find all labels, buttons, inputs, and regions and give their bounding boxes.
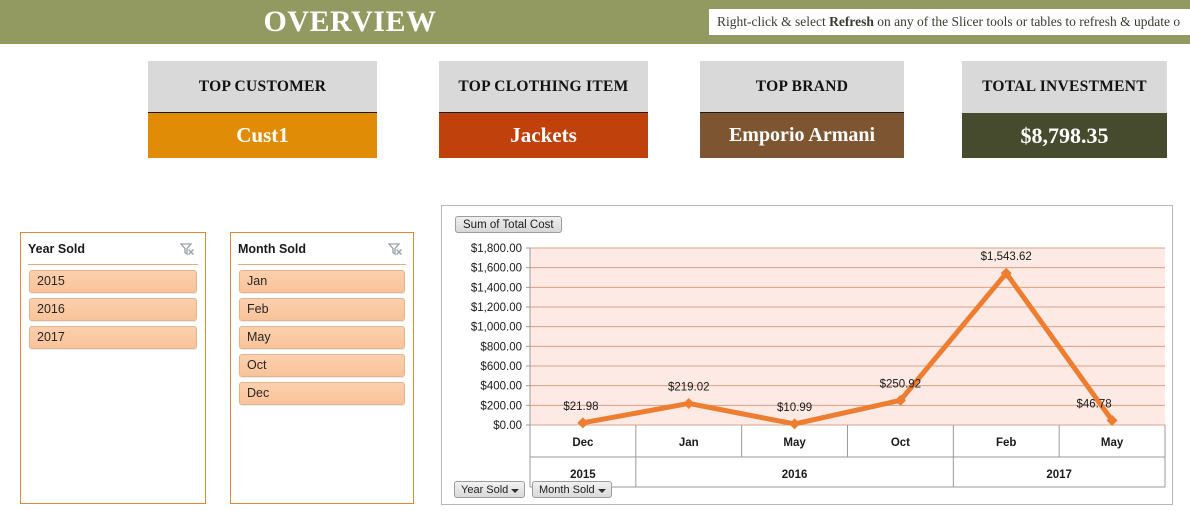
kpi-value-box-top-clothing-item: Jackets [439,113,648,158]
kpi-label-total-investment: TOTAL INVESTMENT [982,78,1147,95]
axis-field-button-year-sold[interactable]: Year Sold [454,481,526,498]
chevron-down-icon [597,489,606,493]
x-axis-month-label: Dec [572,437,594,449]
x-axis-month-label: Feb [996,437,1016,449]
chart-plot-area: $0.00 $200.00 $400.00 $600.00 $800.00 $1,000.… [471,243,1166,488]
x-axis-year-label: 2015 [570,469,596,481]
kpi-value-top-customer: Cust1 [236,123,289,147]
kpi-header-total-investment: TOTAL INVESTMENT [962,61,1167,113]
kpi-card-top-brand: TOP BRAND Emporio Armani [700,61,904,158]
kpi-card-total-investment: TOTAL INVESTMENT $8,798.35 [962,61,1167,158]
kpi-label-top-clothing-item: TOP CLOTHING ITEM [458,77,629,95]
x-axis-month-label: Oct [891,437,910,449]
y-axis-tick-label: $1,600.00 [471,263,522,275]
kpi-header-top-brand: TOP BRAND [700,61,904,113]
data-point-label: $10.99 [777,402,812,414]
slicer-item-oct[interactable]: Oct [239,354,405,377]
kpi-value-total-investment: $8,798.35 [1020,122,1109,148]
slicer-item-2015[interactable]: 2015 [29,270,197,293]
data-point-label: $219.02 [668,381,710,393]
slicer-item-feb[interactable]: Feb [239,298,405,321]
pivot-chart-total-cost[interactable]: Sum of Total Cost $0.00 $200.00 $400.00 $60… [441,205,1173,505]
data-point-label: $46.78 [1076,398,1111,410]
y-axis-tick-label: $600.00 [480,361,522,373]
slicer-item-jan[interactable]: Jan [239,270,405,293]
axis-field-label-month-sold: Month Sold [539,484,595,496]
y-axis-tick-label: $800.00 [480,341,522,353]
clear-filter-icon[interactable] [178,240,196,258]
kpi-card-top-clothing-item: TOP CLOTHING ITEM Jackets [439,61,648,158]
data-point-label: $250.92 [880,378,922,390]
slicer-items-year-sold: 2015 2016 2017 [21,265,205,349]
kpi-value-box-top-brand: Emporio Armani [700,113,904,158]
slicer-year-sold[interactable]: Year Sold 2015 2016 2017 [20,232,206,504]
note-suffix: on any of the Slicer tools or tables to … [873,14,1181,29]
kpi-value-top-clothing-item: Jackets [510,123,577,147]
slicer-item-2017[interactable]: 2017 [29,326,197,349]
y-axis-tick-label: $1,400.00 [471,282,522,294]
x-axis-month-label: Jan [679,437,699,449]
x-axis-month-label: May [1101,437,1124,449]
kpi-value-top-brand: Emporio Armani [728,124,876,146]
slicer-header-year-sold: Year Sold [28,238,198,265]
y-axis-tick-label: $1,000.00 [471,322,522,334]
y-axis-tick-label: $0.00 [493,420,522,432]
slicer-title-year-sold: Year Sold [28,242,85,256]
x-axis-year-label: 2017 [1046,469,1072,481]
y-axis-tick-label: $400.00 [480,381,522,393]
clear-filter-icon[interactable] [386,240,404,258]
slicer-item-dec[interactable]: Dec [239,382,405,405]
y-axis-tick-label: $200.00 [480,400,522,412]
x-axis-year-label: 2016 [782,469,808,481]
slicer-month-sold[interactable]: Month Sold Jan Feb May Oct Dec [230,232,414,504]
kpi-header-top-customer: TOP CUSTOMER [148,61,377,113]
slicer-header-month-sold: Month Sold [238,238,406,265]
refresh-instruction-note: Right-click & select Refresh on any of t… [709,9,1190,35]
axis-field-button-month-sold[interactable]: Month Sold [532,481,612,498]
data-point-label: $21.98 [563,401,598,413]
slicer-item-2016[interactable]: 2016 [29,298,197,321]
kpi-label-top-brand: TOP BRAND [755,77,849,95]
header-banner: OVERVIEW Right-click & select Refresh on… [0,0,1190,44]
kpi-card-top-customer: TOP CUSTOMER Cust1 [148,61,377,158]
x-axis-month-label: May [783,437,806,449]
note-bold-refresh: Refresh [829,14,874,29]
slicer-title-month-sold: Month Sold [238,242,307,256]
page-title: OVERVIEW [263,5,437,38]
note-prefix: Right-click & select [717,14,830,29]
kpi-header-top-clothing-item: TOP CLOTHING ITEM [439,61,648,113]
kpi-value-box-top-customer: Cust1 [148,113,377,158]
y-axis-tick-label: $1,200.00 [471,302,522,314]
kpi-value-box-total-investment: $8,798.35 [962,113,1167,158]
chevron-down-icon [511,489,520,493]
kpi-label-top-customer: TOP CUSTOMER [198,77,327,95]
data-point-label: $1,543.62 [981,251,1032,263]
slicer-item-may[interactable]: May [239,326,405,349]
y-axis-tick-label: $1,800.00 [471,243,522,255]
axis-field-label-year-sold: Year Sold [461,484,509,496]
slicer-items-month-sold: Jan Feb May Oct Dec [231,265,413,405]
